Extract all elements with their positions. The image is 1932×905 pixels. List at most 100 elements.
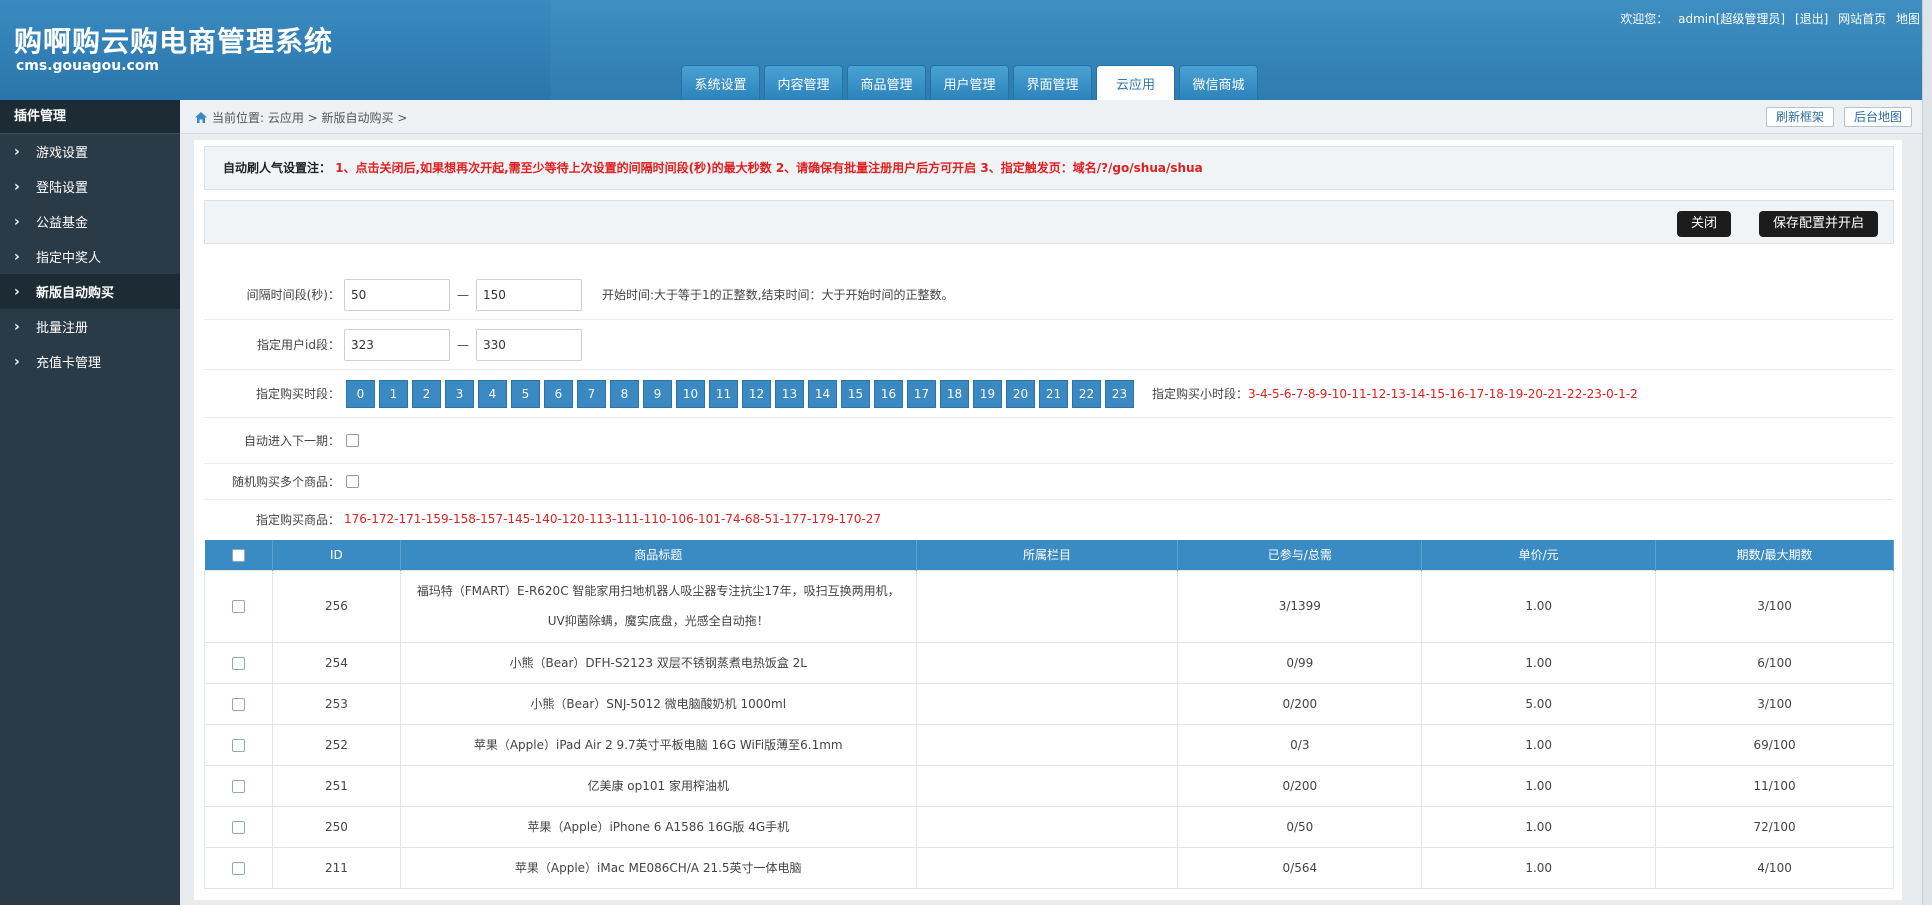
interval-max-input[interactable]: 150 <box>476 278 582 311</box>
hour-button-2[interactable]: 2 <box>412 379 441 408</box>
site-home-link[interactable]: 网站首页 <box>1838 12 1886 26</box>
cell-period: 72/100 <box>1655 805 1894 848</box>
cell-joined: 0/99 <box>1177 641 1423 684</box>
cell-period: 3/100 <box>1655 569 1894 643</box>
uid-row: 指定用户id段： 323 — 330 <box>204 320 1894 370</box>
welcome-text: 欢迎您： <box>1620 12 1669 26</box>
hour-button-9[interactable]: 9 <box>643 379 672 408</box>
hour-button-10[interactable]: 10 <box>676 379 705 408</box>
refresh-frame-button[interactable]: 刷新框架 <box>1765 107 1834 127</box>
hour-button-3[interactable]: 3 <box>445 379 474 408</box>
top-nav: 欢迎您： admin[超级管理员] [退出] 网站首页 地图 <box>1614 10 1920 27</box>
cell-joined: 0/200 <box>1177 764 1423 807</box>
hour-button-16[interactable]: 16 <box>874 379 903 408</box>
sidebar-item-2[interactable]: › 公益基金 <box>0 204 180 239</box>
interval-row: 间隔时间段(秒)： 50 — 150 开始时间:大于等于1的正整数,结束时间：大… <box>204 270 1894 320</box>
cell-title: 亿美康 op101 家用榨油机 <box>399 764 917 807</box>
tab-5[interactable]: 云应用 <box>1096 65 1175 100</box>
save-and-start-button[interactable]: 保存配置并开启 <box>1759 211 1879 237</box>
sidebar-item-3[interactable]: › 指定中奖人 <box>0 239 180 274</box>
hour-button-8[interactable]: 8 <box>610 379 639 408</box>
hour-button-12[interactable]: 12 <box>742 379 771 408</box>
user-name: admin <box>1678 12 1716 26</box>
dash: — <box>457 287 469 302</box>
hour-button-11[interactable]: 11 <box>709 379 738 408</box>
cell-cat <box>915 805 1179 848</box>
row-checkbox[interactable] <box>231 738 245 752</box>
backend-map-button[interactable]: 后台地图 <box>1843 107 1912 127</box>
interval-label: 间隔时间段(秒)： <box>246 288 340 302</box>
cell-title: 小熊（Bear）SNJ-5012 微电脑酸奶机 1000ml <box>399 682 917 725</box>
tab-1[interactable]: 内容管理 <box>764 65 843 100</box>
sidebar-item-5[interactable]: › 批量注册 <box>0 309 180 344</box>
row-checkbox[interactable] <box>231 656 245 670</box>
sidebar-item-1[interactable]: › 登陆设置 <box>0 169 180 204</box>
hour-button-0[interactable]: 0 <box>346 379 375 408</box>
hour-button-17[interactable]: 17 <box>907 379 936 408</box>
logout-link[interactable]: [退出] <box>1795 12 1828 26</box>
table-row: 253 小熊（Bear）SNJ-5012 微电脑酸奶机 1000ml 0/200 5.… <box>204 682 1894 725</box>
hour-button-6[interactable]: 6 <box>544 379 573 408</box>
cell-joined: 0/3 <box>1177 723 1423 766</box>
uid-min-input[interactable]: 323 <box>344 328 450 361</box>
scrollbar[interactable] <box>1922 0 1932 905</box>
table-row: 211 苹果（Apple）iMac ME086CH/A 21.5英寸一体电脑 0/5… <box>204 846 1894 889</box>
close-button[interactable]: 关闭 <box>1677 211 1732 237</box>
random-multi-checkbox[interactable] <box>346 475 359 488</box>
hours-selected-value: 3-4-5-6-7-8-9-10-11-12-13-14-15-16-17-18… <box>1248 386 1638 401</box>
row-checkbox[interactable] <box>231 600 245 613</box>
select-all-checkbox[interactable] <box>231 548 245 562</box>
hour-button-15[interactable]: 15 <box>841 379 870 408</box>
cell-id: 253 <box>271 682 401 725</box>
sidebar-item-label: 指定中奖人 <box>36 251 102 266</box>
chevron-right-icon: › <box>14 178 20 195</box>
hour-button-1[interactable]: 1 <box>379 379 408 408</box>
row-checkbox[interactable] <box>231 861 245 875</box>
hour-button-22[interactable]: 22 <box>1072 379 1101 408</box>
tab-6[interactable]: 微信商城 <box>1179 65 1258 100</box>
cell-title: 苹果（Apple）iPhone 6 A1586 16G版 4G手机 <box>399 805 917 848</box>
hour-button-18[interactable]: 18 <box>940 379 969 408</box>
tab-4[interactable]: 界面管理 <box>1013 65 1092 100</box>
chevron-right-icon: › <box>14 213 20 230</box>
cell-title: 小熊（Bear）DFH-S2123 双层不锈钢蒸煮电热饭盒 2L <box>399 641 917 684</box>
hour-button-5[interactable]: 5 <box>511 379 540 408</box>
hour-button-7[interactable]: 7 <box>577 379 606 408</box>
table-row: 252 苹果（Apple）iPad Air 2 9.7英寸平板电脑 16G WiF… <box>204 723 1894 766</box>
hour-button-23[interactable]: 23 <box>1105 379 1134 408</box>
goods-value: 176-172-171-159-158-157-145-140-120-113-… <box>344 512 882 526</box>
map-link[interactable]: 地图 <box>1896 12 1920 26</box>
cell-id: 211 <box>271 846 401 889</box>
cell-joined: 3/1399 <box>1177 569 1423 643</box>
cell-id: 256 <box>271 569 401 643</box>
cell-period: 69/100 <box>1655 723 1894 766</box>
sidebar-item-label: 新版自动购买 <box>36 286 115 301</box>
tab-2[interactable]: 商品管理 <box>847 65 926 100</box>
cell-cat <box>915 723 1179 766</box>
sidebar-item-6[interactable]: › 充值卡管理 <box>0 344 180 379</box>
row-checkbox[interactable] <box>231 697 245 711</box>
hour-button-14[interactable]: 14 <box>808 379 837 408</box>
cell-price: 1.00 <box>1421 764 1657 807</box>
next-period-checkbox[interactable] <box>346 434 359 447</box>
sidebar-item-0[interactable]: › 游戏设置 <box>0 134 180 169</box>
hour-button-13[interactable]: 13 <box>775 379 804 408</box>
random-multi-label: 随机购买多个商品： <box>231 475 340 489</box>
app-header: 购啊购云购电商管理系统 cms.gouagou.com 欢迎您： admin[超… <box>0 0 1932 100</box>
table-row: 251 亿美康 op101 家用榨油机 0/200 1.00 11/100 <box>204 764 1894 807</box>
goods-row: 指定购买商品： 176-172-171-159-158-157-145-140-… <box>204 500 1894 538</box>
next-period-row: 自动进入下一期： <box>204 418 1894 464</box>
sidebar-title: 插件管理 <box>0 100 180 134</box>
hour-button-4[interactable]: 4 <box>478 379 507 408</box>
row-checkbox[interactable] <box>231 820 245 834</box>
tab-0[interactable]: 系统设置 <box>681 65 760 100</box>
hour-button-19[interactable]: 19 <box>973 379 1002 408</box>
hour-button-20[interactable]: 20 <box>1006 379 1035 408</box>
hour-button-21[interactable]: 21 <box>1039 379 1068 408</box>
tab-3[interactable]: 用户管理 <box>930 65 1009 100</box>
sidebar-item-label: 充值卡管理 <box>36 356 102 371</box>
sidebar-item-4[interactable]: › 新版自动购买 <box>0 274 180 309</box>
uid-max-input[interactable]: 330 <box>476 328 582 361</box>
row-checkbox[interactable] <box>231 779 245 793</box>
interval-min-input[interactable]: 50 <box>344 278 450 311</box>
